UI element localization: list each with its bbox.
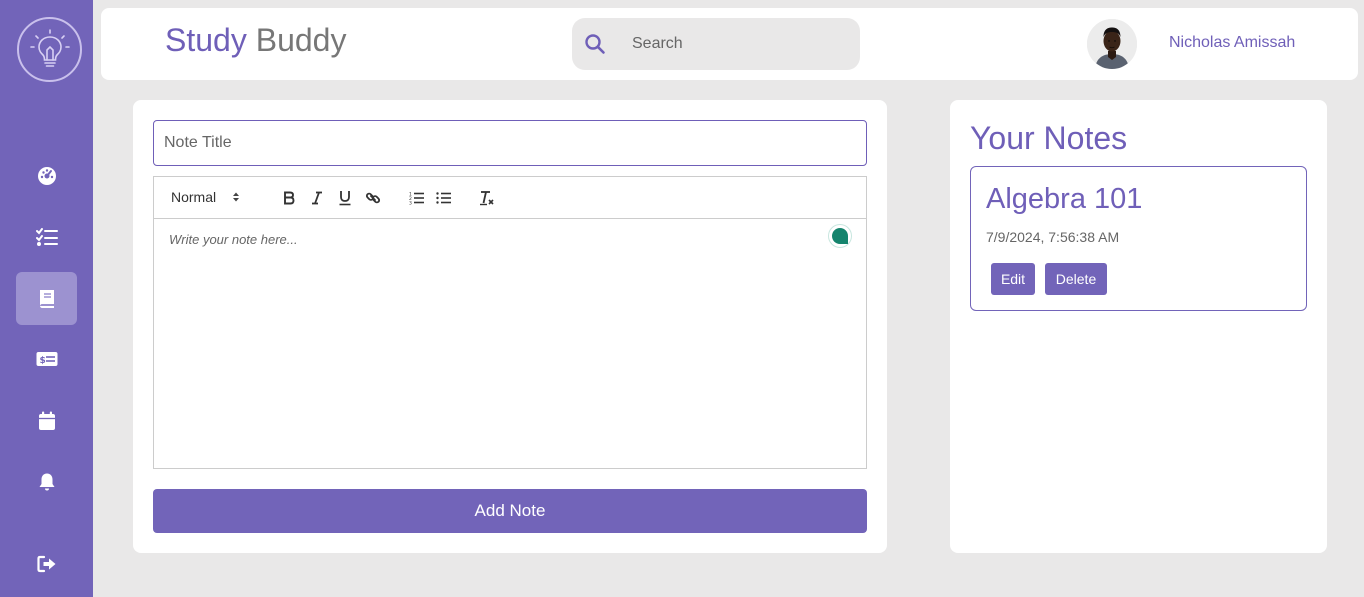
- note-title-input[interactable]: [153, 120, 867, 166]
- clear-format-button[interactable]: [475, 186, 499, 210]
- italic-icon: [312, 191, 322, 205]
- sidebar-item-calendar[interactable]: [16, 394, 77, 447]
- editor-toolbar: Normal 1 2 3: [153, 176, 867, 219]
- bell-icon: [39, 473, 54, 490]
- svg-text:$: $: [39, 356, 45, 366]
- select-arrows-icon: [233, 192, 240, 202]
- italic-button[interactable]: [305, 186, 329, 210]
- clear-format-icon: [480, 191, 494, 206]
- grammar-assistant-icon[interactable]: [828, 224, 852, 248]
- user-name[interactable]: Nicholas Amissah: [1169, 34, 1295, 52]
- app-title-part1: Study: [165, 22, 247, 58]
- dashboard-gauge-icon: [37, 166, 56, 185]
- link-button[interactable]: [361, 186, 385, 210]
- calendar-icon: [38, 411, 55, 430]
- notes-list-card: Your Notes Algebra 101 7/9/2024, 7:56:38…: [950, 100, 1327, 553]
- text-format-value: Normal: [171, 189, 217, 205]
- text-format-select[interactable]: Normal: [171, 189, 240, 205]
- book-icon: [39, 289, 54, 308]
- avatar[interactable]: [1087, 19, 1137, 69]
- sidebar-item-logout[interactable]: [16, 537, 77, 590]
- note-card-date: 7/9/2024, 7:56:38 AM: [986, 229, 1120, 245]
- top-header: Study Buddy Nicholas Amissah: [101, 8, 1358, 80]
- task-list-icon: [35, 227, 58, 246]
- note-body-placeholder: Write your note here...: [169, 232, 298, 247]
- edit-note-button[interactable]: Edit: [991, 263, 1035, 295]
- ordered-list-button[interactable]: 1 2 3: [405, 186, 429, 210]
- lightbulb-logo-icon[interactable]: [17, 17, 82, 82]
- bullet-list-button[interactable]: [432, 186, 456, 210]
- sidebar-item-tasks[interactable]: [16, 210, 77, 263]
- bullet-list-icon: [436, 192, 451, 204]
- bold-icon: [284, 191, 295, 205]
- note-editor-card: Normal: [133, 100, 887, 553]
- svg-text:3: 3: [409, 201, 412, 206]
- bold-button[interactable]: [277, 186, 301, 210]
- note-body-editor[interactable]: Write your note here...: [153, 218, 867, 469]
- add-note-button[interactable]: Add Note: [153, 489, 867, 533]
- app-title: Study Buddy: [165, 22, 346, 58]
- ordered-list-icon: 1 2 3: [409, 192, 424, 206]
- money-bill-icon: $: [36, 351, 57, 366]
- delete-note-button[interactable]: Delete: [1045, 263, 1107, 295]
- note-card: Algebra 101 7/9/2024, 7:56:38 AM Edit De…: [970, 166, 1307, 311]
- logout-icon: [36, 555, 55, 572]
- sidebar-item-budget[interactable]: $: [16, 332, 77, 385]
- underline-icon: [339, 191, 351, 206]
- search-input[interactable]: [632, 18, 842, 70]
- sidebar-item-notifications[interactable]: [16, 455, 77, 508]
- underline-button[interactable]: [333, 186, 357, 210]
- sidebar-item-notes[interactable]: [16, 272, 77, 325]
- app-title-part2: Buddy: [255, 22, 347, 58]
- search-icon[interactable]: [584, 33, 606, 55]
- sidebar: $: [0, 0, 93, 597]
- notes-heading: Your Notes: [970, 120, 1128, 156]
- sidebar-item-dashboard[interactable]: [16, 149, 77, 202]
- search-bar: [572, 18, 860, 70]
- note-card-title: Algebra 101: [986, 183, 1143, 215]
- link-icon: [365, 192, 381, 204]
